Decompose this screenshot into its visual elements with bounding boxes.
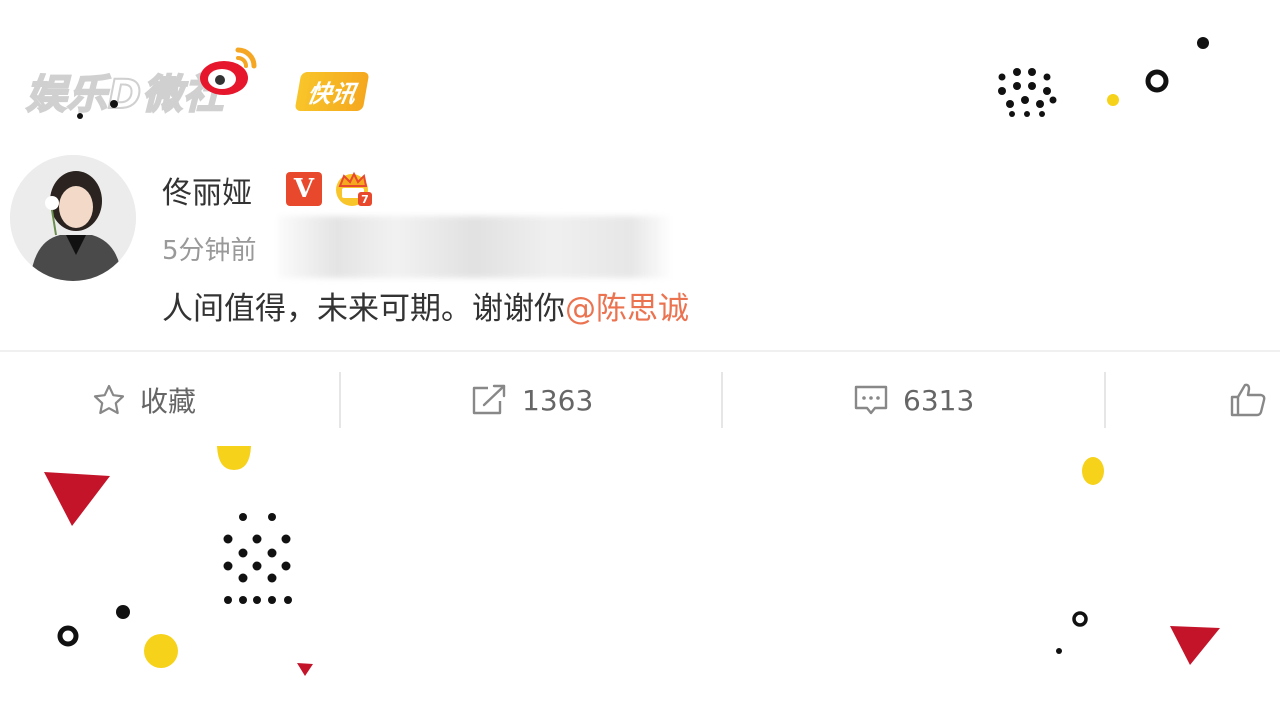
confetti-decoration <box>44 37 1220 676</box>
